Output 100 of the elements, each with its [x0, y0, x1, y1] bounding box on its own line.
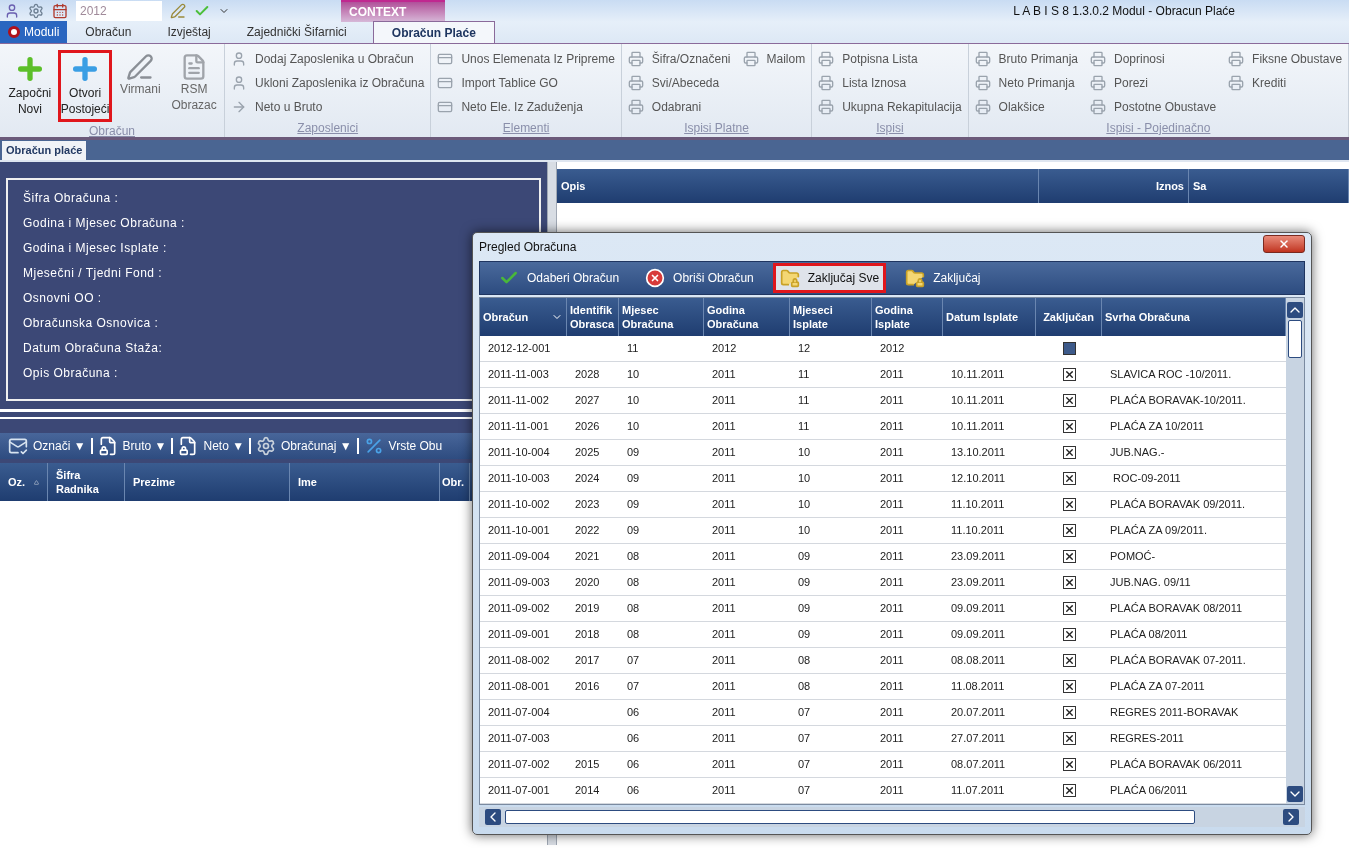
checkbox[interactable] — [1062, 524, 1076, 537]
ribbon-button[interactable]: Bruto Primanja — [974, 50, 1078, 68]
ribbon-button[interactable]: Svi/Abeceda — [627, 74, 731, 92]
checkbox[interactable] — [1062, 498, 1076, 511]
toolbar-button[interactable]: Vrste Obu — [363, 436, 443, 456]
horizontal-scrollbar[interactable] — [479, 807, 1305, 827]
scrollbar-thumb[interactable] — [505, 810, 1195, 824]
column-header[interactable]: Mjeseci Isplate — [790, 298, 872, 336]
toolbar-button[interactable]: Označi ▼ — [8, 436, 86, 456]
table-cell-text: 09 — [798, 549, 811, 565]
ribbon-tab[interactable]: Obračun — [67, 21, 150, 43]
column-header[interactable]: Identifik Obrasca — [567, 298, 619, 336]
ribbon-button[interactable]: Neto u Bruto — [231, 98, 425, 116]
table-cell-text: PLAĆA ZA 10/2011 — [1110, 419, 1204, 435]
ribbon-button[interactable]: Neto Ele. Iz Zaduženja — [437, 98, 615, 116]
checkbox[interactable] — [1062, 368, 1076, 381]
toolbar-button[interactable]: Bruto ▼ — [97, 436, 167, 456]
table-cell-text: 11.08.2011 — [951, 679, 1005, 695]
table-cell-text: 08 — [627, 549, 640, 565]
ribbon-button[interactable]: Mailom — [742, 50, 806, 68]
check-x-icon — [1063, 733, 1075, 744]
scroll-down-icon[interactable] — [1287, 786, 1303, 802]
scrollbar-thumb[interactable] — [1288, 320, 1302, 358]
checkbox[interactable] — [1062, 680, 1076, 693]
column-header[interactable]: Sa — [1189, 169, 1349, 203]
ribbon-button[interactable]: Fiksne Obustave — [1228, 50, 1343, 68]
column-header[interactable]: Iznos — [1039, 169, 1189, 203]
checkbox[interactable] — [1062, 446, 1076, 459]
checkbox[interactable] — [1062, 472, 1076, 485]
column-header[interactable]: Zaključan — [1036, 298, 1102, 336]
checkbox[interactable] — [1062, 784, 1076, 797]
toolbar-button[interactable]: Odaberi Obračun — [492, 263, 627, 293]
checkbox[interactable] — [1062, 550, 1076, 563]
table-cell-text: 10.11.2011 — [951, 367, 1005, 383]
checkbox[interactable] — [1062, 420, 1076, 433]
column-header[interactable]: Obračun — [480, 298, 567, 336]
checkbox[interactable] — [1062, 576, 1076, 589]
ribbon-button[interactable]: Potpisna Lista — [818, 50, 962, 68]
checkbox[interactable] — [1062, 732, 1076, 745]
ribbon-button[interactable]: Olakšice — [974, 98, 1078, 116]
user-icon[interactable] — [4, 3, 20, 19]
modules-menu-button[interactable]: Moduli — [0, 21, 68, 43]
column-header[interactable]: Opis — [557, 169, 1039, 203]
ribbon-large-button[interactable]: Otvori Postojeći — [57, 50, 113, 122]
ribbon-large-button[interactable]: Virmani — [114, 50, 167, 122]
calendar-icon[interactable] — [52, 3, 68, 19]
table-cell-text: 2019 — [575, 601, 600, 617]
ribbon-button[interactable]: Postotne Obustave — [1090, 98, 1217, 116]
table-cell-text: 06 — [627, 783, 640, 799]
ribbon-large-button[interactable]: RSM Obrazac — [168, 50, 220, 122]
table-cell-text: 09 — [627, 497, 640, 513]
table-cell-text: 2011-07-001 — [488, 783, 550, 799]
checkbox[interactable] — [1062, 654, 1076, 667]
ribbon-button[interactable]: Import Tablice GO — [437, 74, 615, 92]
column-header[interactable]: Mjesec Obračuna — [619, 298, 704, 336]
scroll-up-icon[interactable] — [1287, 302, 1303, 318]
scroll-left-icon[interactable] — [485, 809, 501, 825]
toolbar-button[interactable]: Neto ▼ — [178, 436, 245, 456]
ribbon-button[interactable]: Porezi — [1090, 74, 1217, 92]
column-header[interactable]: Datum Isplate — [943, 298, 1036, 336]
close-button[interactable] — [1263, 235, 1305, 253]
gear-icon[interactable] — [28, 3, 44, 19]
ribbon-button[interactable]: Unos Elemenata Iz Pripreme — [437, 50, 615, 68]
ribbon-tab[interactable]: Zajednički Šifarnici — [228, 21, 365, 43]
ribbon-button[interactable]: Ukupna Rekapitulacija — [818, 98, 962, 116]
column-header[interactable]: Godina Obračuna — [704, 298, 790, 336]
ribbon-button[interactable]: Neto Primanja — [974, 74, 1078, 92]
ribbon-button[interactable]: Ukloni Zaposlenika iz Obračuna — [231, 74, 425, 92]
toolbar-button[interactable]: Zaključaj Sve — [772, 263, 887, 293]
form-label: Šifra Obračuna : — [23, 190, 119, 207]
ribbon-button[interactable]: Lista Iznosa — [818, 74, 962, 92]
checkbox[interactable] — [1062, 342, 1076, 355]
check-x-icon — [1063, 369, 1075, 380]
table-cell-text: 2011 — [880, 627, 904, 643]
toolbar-button[interactable]: Zaključaj — [898, 263, 988, 293]
document-tab[interactable]: Obračun plaće — [2, 141, 87, 160]
printer-icon — [627, 99, 644, 115]
checkbox[interactable] — [1062, 394, 1076, 407]
ribbon-button[interactable]: Šifra/Označeni — [627, 50, 731, 68]
vertical-scrollbar[interactable] — [1286, 298, 1304, 804]
form-label: Godina i Mjesec Obračuna : — [23, 215, 185, 232]
ribbon-tab[interactable]: Obračun Plaće — [372, 21, 495, 43]
pen-icon[interactable] — [170, 3, 186, 19]
checkbox[interactable] — [1062, 758, 1076, 771]
ribbon-large-button[interactable]: Započni Novi — [4, 50, 56, 122]
column-header[interactable]: Godina Isplate — [872, 298, 943, 336]
ribbon-button[interactable]: Odabrani — [627, 98, 731, 116]
ribbon-tab[interactable]: Izvještaj — [149, 21, 229, 43]
ribbon-button[interactable]: Dodaj Zaposlenika u Obračun — [231, 50, 425, 68]
gear-icon — [256, 436, 277, 456]
sort-icon — [34, 477, 39, 487]
ribbon-button[interactable]: Doprinosi — [1090, 50, 1217, 68]
checkbox[interactable] — [1062, 706, 1076, 719]
ribbon-button[interactable]: Krediti — [1228, 74, 1343, 92]
toolbar-button[interactable]: Obračunaj ▼ — [256, 436, 352, 456]
checkbox[interactable] — [1062, 602, 1076, 615]
checkbox[interactable] — [1062, 628, 1076, 641]
scroll-right-icon[interactable] — [1283, 809, 1299, 825]
table-cell-text: 09 — [798, 575, 811, 591]
toolbar-button[interactable]: Obriši Obračun — [638, 263, 761, 293]
